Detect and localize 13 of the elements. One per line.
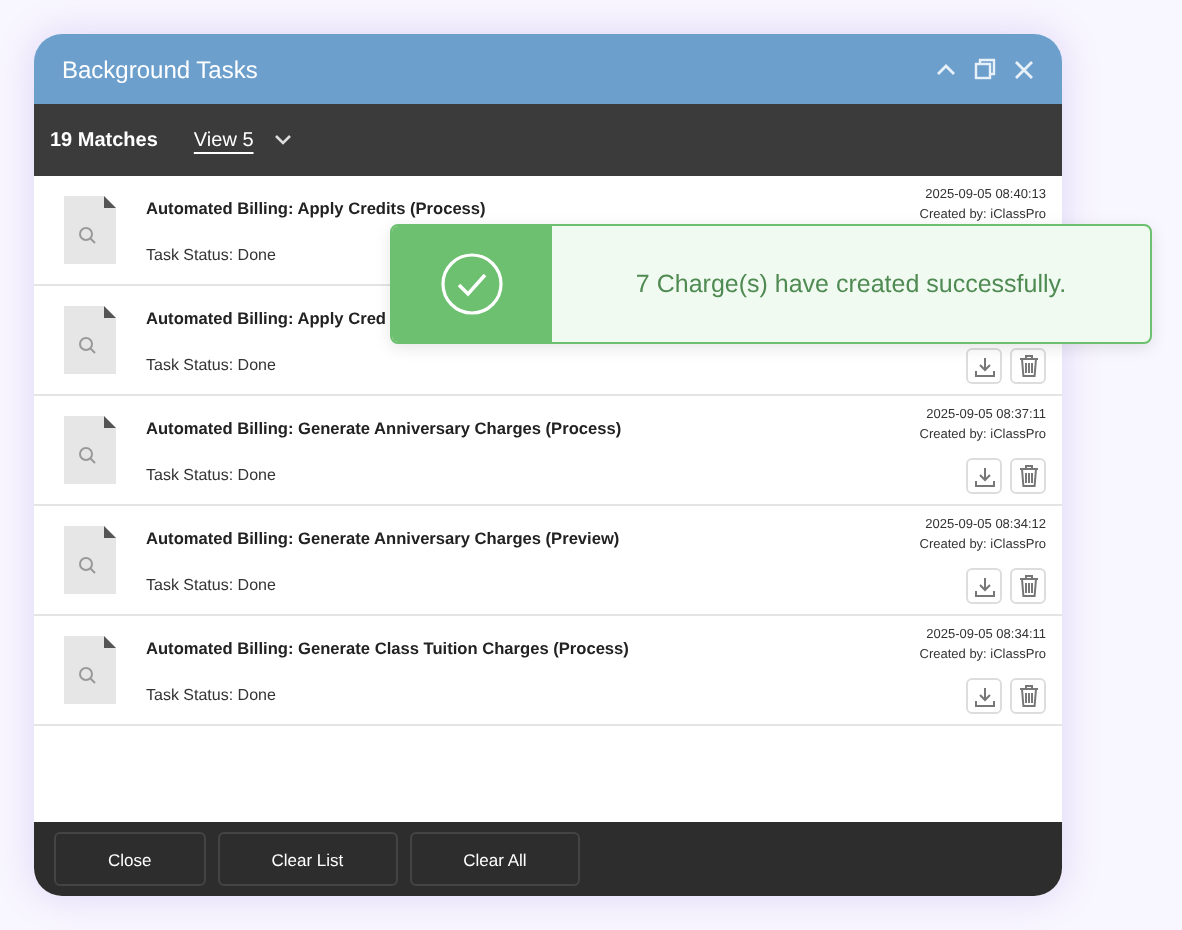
- task-title: Automated Billing: Apply Cred: [146, 307, 388, 327]
- task-status: Task Status: Done: [146, 245, 278, 263]
- task-status: Task Status: Done: [146, 575, 278, 593]
- window-title: Background Tasks: [62, 55, 258, 83]
- task-title: Automated Billing: Apply Credits (Process): [146, 197, 488, 217]
- match-count: 19 Matches: [50, 129, 158, 151]
- toast-message: 7 Charge(s) have created successfully.: [633, 270, 1069, 298]
- task-title: Automated Billing: Generate Anniversary Charges (Preview): [146, 527, 622, 547]
- task-title: Automated Billing: Generate Anniversary Charges (Process): [146, 417, 624, 437]
- task-title: Automated Billing: Generate Class Tuition Charges (Process): [146, 637, 631, 657]
- task-status: Task Status: Done: [146, 355, 278, 373]
- task-status: Task Status: Done: [146, 685, 278, 703]
- task-status: Task Status: Done: [146, 465, 278, 483]
